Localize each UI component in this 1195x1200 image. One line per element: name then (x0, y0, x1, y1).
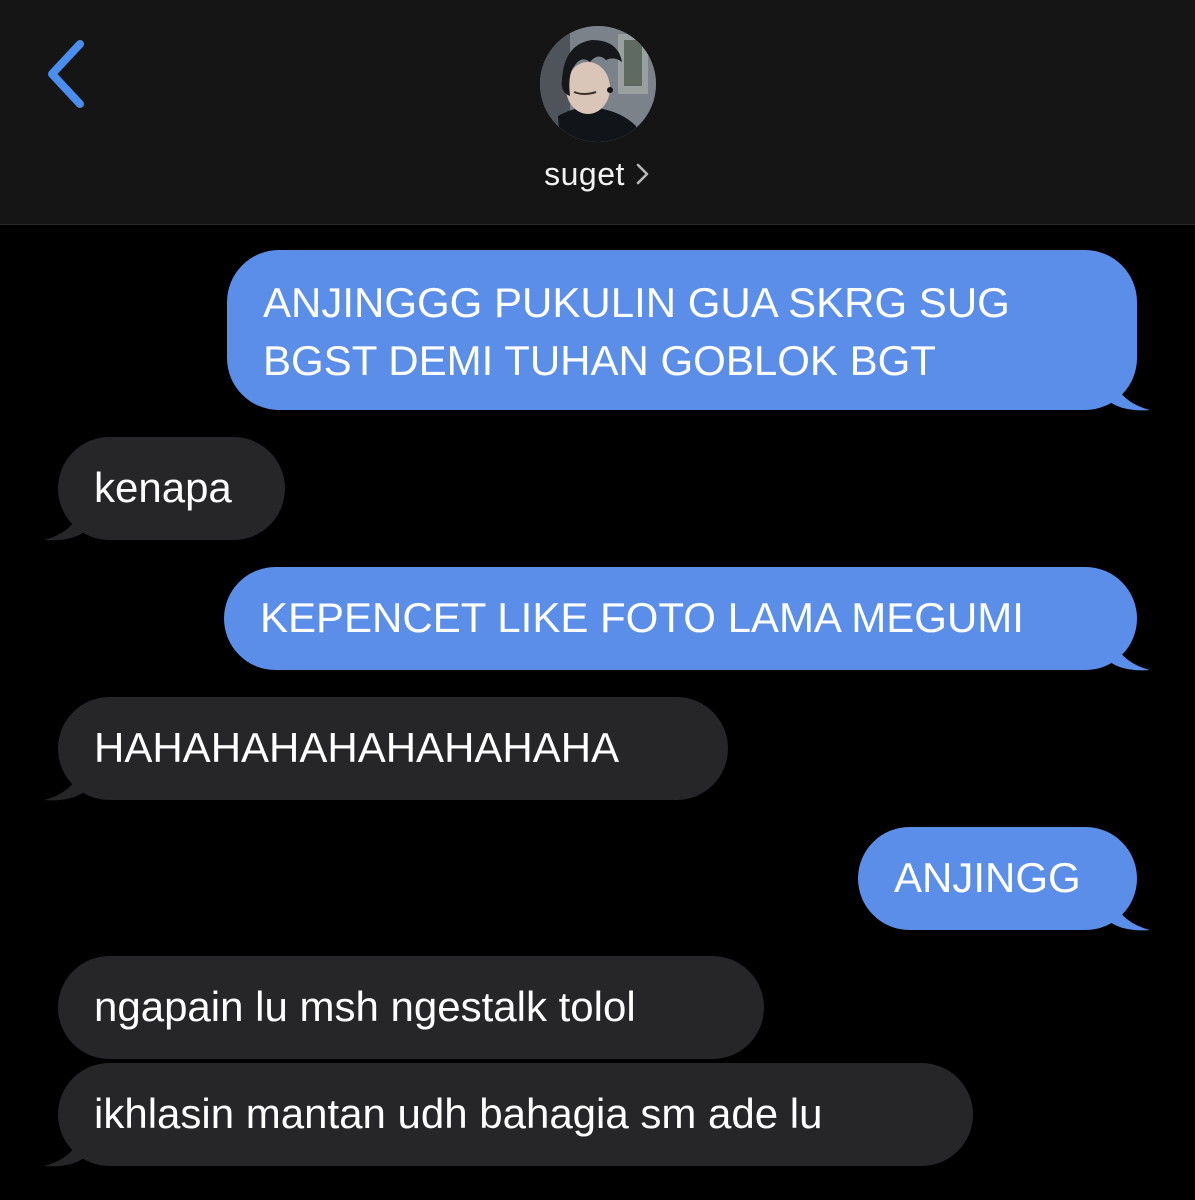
chevron-right-icon (636, 163, 649, 185)
message-text-line: ANJINGGG PUKULIN GUA SKRG SUG (263, 279, 1010, 326)
outgoing-message-bubble[interactable]: ANJINGG (858, 827, 1137, 930)
message-text: ngapain lu msh ngestalk tolol (94, 983, 636, 1030)
bubble-tail (1110, 892, 1150, 931)
back-button[interactable] (40, 34, 100, 114)
incoming-message-bubble[interactable]: ngapain lu msh ngestalk tolol (58, 956, 764, 1059)
message-text: KEPENCET LIKE FOTO LAMA MEGUMI (260, 594, 1024, 641)
outgoing-message-bubble[interactable]: KEPENCET LIKE FOTO LAMA MEGUMI (224, 567, 1137, 670)
bubble-tail (44, 1128, 84, 1167)
avatar-image (540, 26, 656, 142)
outgoing-message-bubble[interactable]: ANJINGGG PUKULIN GUA SKRG SUG BGST DEMI … (227, 250, 1137, 410)
bubble-tail (1110, 632, 1150, 671)
contact-avatar[interactable] (540, 26, 656, 142)
bubble-tail (44, 502, 84, 541)
message-text: kenapa (94, 464, 232, 511)
incoming-message-bubble[interactable]: ikhlasin mantan udh bahagia sm ade lu (58, 1063, 973, 1166)
message-text-line: BGST DEMI TUHAN GOBLOK BGT (263, 337, 936, 384)
message-text: HAHAHAHAHAHAHAHAHA (94, 724, 620, 771)
message-text: ikhlasin mantan udh bahagia sm ade lu (94, 1090, 823, 1137)
bubble-tail (44, 762, 84, 801)
bubble-tail (1110, 372, 1150, 411)
contact-name-button[interactable]: suget (0, 150, 1195, 198)
chevron-left-icon (48, 40, 84, 108)
contact-name: suget (544, 155, 625, 192)
incoming-message-bubble[interactable]: kenapa (58, 437, 285, 540)
message-text: ANJINGG (894, 854, 1081, 901)
conversation-header: suget (0, 0, 1195, 225)
incoming-message-bubble[interactable]: HAHAHAHAHAHAHAHAHA (58, 697, 728, 800)
